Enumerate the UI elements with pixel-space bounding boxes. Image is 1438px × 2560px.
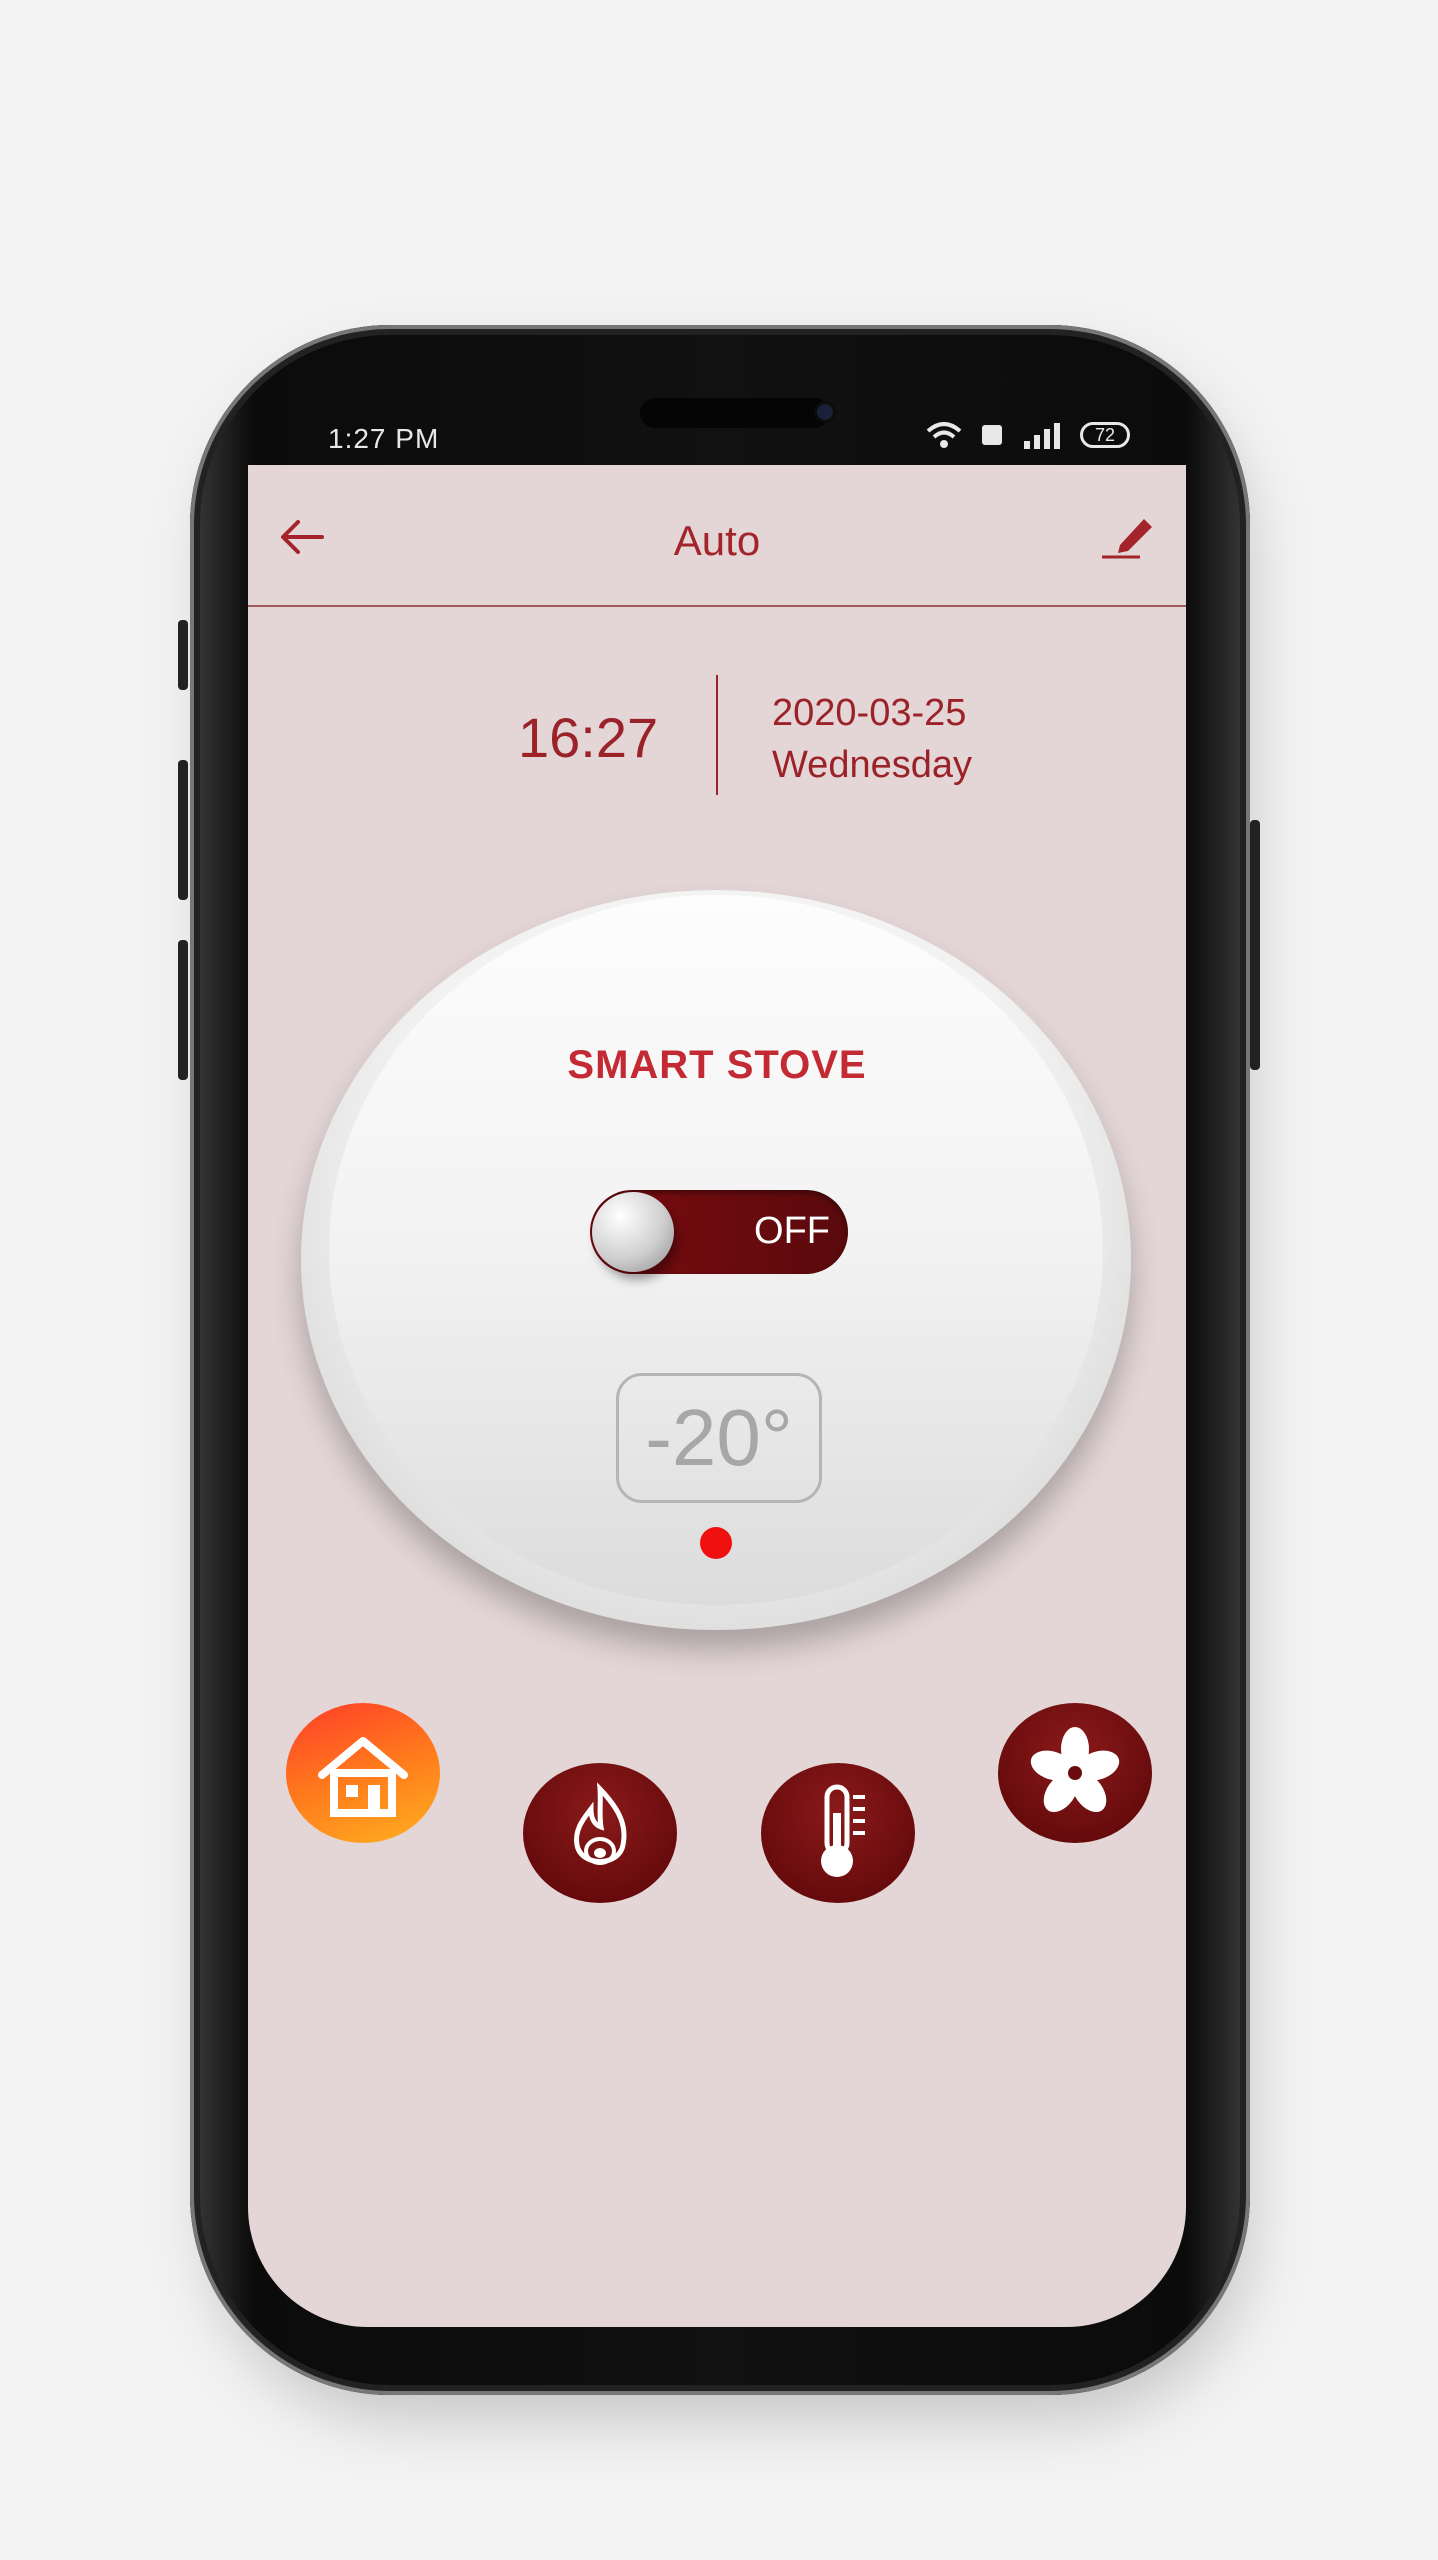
status-icons: 72 (924, 421, 1130, 449)
battery-indicator: 72 (1079, 422, 1130, 448)
mode-fan-button[interactable] (998, 1703, 1152, 1843)
mode-flame-button[interactable] (523, 1763, 677, 1903)
sim-icon (981, 425, 1002, 445)
status-time: 1:27 PM (328, 423, 440, 454)
flame-icon (574, 1782, 627, 1865)
top-bar: Auto (248, 465, 1186, 607)
status-indicator-dot (700, 1527, 732, 1559)
mode-home-button[interactable] (286, 1703, 440, 1843)
fan-icon (1030, 1727, 1120, 1813)
home-icon (318, 1737, 408, 1817)
signal-icon (1023, 423, 1060, 449)
volume-up-button (178, 760, 188, 900)
thermometer-icon (821, 1784, 865, 1877)
temperature-display: -20° (616, 1373, 822, 1503)
clock-time: 16:27 (518, 706, 659, 769)
mode-thermometer-button[interactable] (761, 1763, 915, 1903)
volume-down-button (178, 940, 188, 1080)
power-button (1250, 820, 1260, 1070)
date-block: 2020-03-25 Wednesday (772, 687, 972, 791)
status-bar: 1:27 PM 72 (250, 415, 1190, 465)
weekday-text: Wednesday (772, 744, 972, 786)
power-toggle[interactable]: OFF (590, 1190, 848, 1274)
app-screen: Auto 16:27 2020-03-25 Wednesday SMART ST… (248, 465, 1186, 2327)
edit-pencil-icon[interactable] (1100, 513, 1156, 559)
date-text: 2020-03-25 (772, 692, 967, 734)
power-toggle-label: OFF (754, 1210, 830, 1252)
mute-switch (178, 620, 188, 690)
page-title: Auto (673, 517, 761, 564)
wifi-icon (926, 422, 962, 448)
toggle-knob[interactable] (592, 1192, 674, 1272)
datetime-divider (716, 675, 718, 795)
brand-title: SMART STOVE (567, 1043, 867, 1087)
